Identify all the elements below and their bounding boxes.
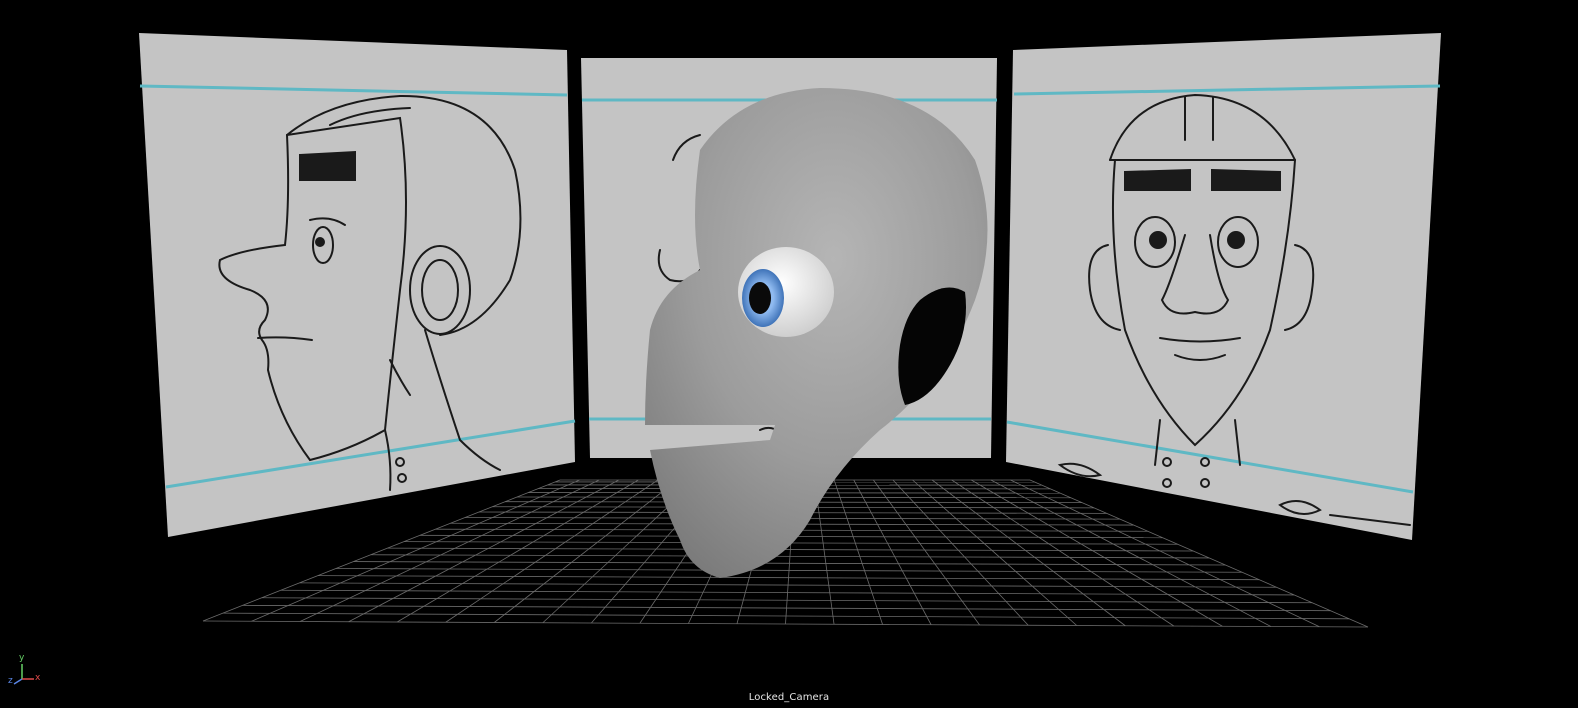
grid-line [445,479,659,623]
image-plane-front[interactable] [1006,33,1441,540]
x-axis-label: x [35,673,41,683]
scene-canvas[interactable] [0,0,1578,708]
grid-line [873,479,980,626]
z-axis-line [13,678,23,685]
camera-name-label: Locked_Camera [748,692,830,703]
z-axis-label: z [8,676,13,686]
grid-line [396,479,639,623]
maya-viewport[interactable]: y x z Locked_Camera [0,0,1578,708]
grid-line [833,479,883,625]
grid-line [853,479,932,625]
grid-line [951,479,1175,627]
grid-line [348,479,619,623]
y-axis-label: y [19,653,25,663]
axis-gizmo: y x z [8,654,48,688]
eyeball[interactable] [738,247,834,337]
image-plane-side[interactable] [139,33,576,537]
eye-pupil [749,282,771,314]
grid-line [912,479,1078,626]
